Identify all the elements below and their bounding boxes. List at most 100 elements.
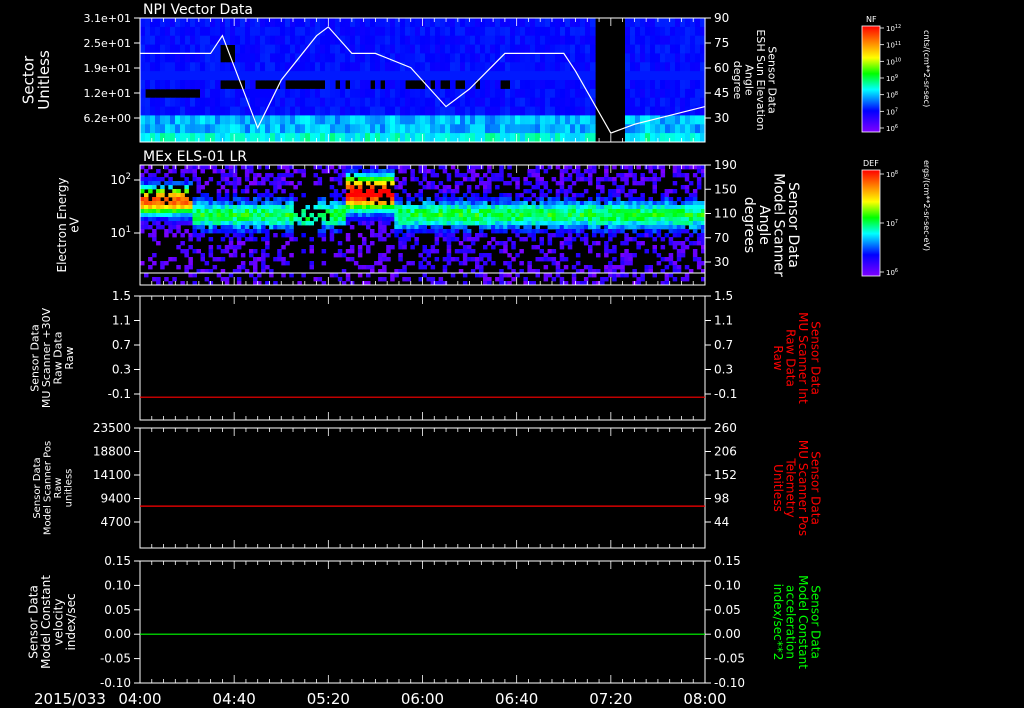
els-heat-cell bbox=[261, 261, 266, 266]
npi-heat-cell bbox=[420, 88, 426, 99]
els-heat-cell bbox=[378, 205, 383, 210]
line-y-tick-label: -0.1 bbox=[108, 387, 131, 401]
els-heat-cell bbox=[406, 221, 411, 226]
els-heat-cell bbox=[208, 217, 214, 222]
npi-heat-cell bbox=[260, 62, 266, 72]
npi-heat-cell bbox=[490, 35, 496, 45]
els-heatmap bbox=[140, 165, 706, 286]
npi-heat-cell bbox=[365, 106, 371, 116]
els-heat-cell bbox=[652, 237, 657, 242]
npi-heat-cell bbox=[690, 44, 696, 54]
els-heat-cell bbox=[152, 173, 157, 178]
els-heat-cell bbox=[220, 229, 226, 234]
npi-heat-cell bbox=[525, 97, 531, 107]
npi-heat-cell bbox=[520, 106, 526, 116]
els-heat-cell bbox=[378, 257, 383, 262]
els-heat-cell bbox=[612, 189, 617, 194]
els-heat-cell bbox=[341, 217, 347, 222]
els-heat-cell bbox=[668, 221, 674, 226]
time-tick-label: 07:20 bbox=[589, 690, 632, 708]
npi-heat-cell bbox=[325, 124, 331, 134]
els-heat-cell bbox=[483, 253, 488, 258]
els-heat-cell bbox=[228, 217, 234, 222]
els-heat-cell bbox=[422, 273, 427, 278]
npi-heat-cell bbox=[155, 62, 161, 72]
npi-heat-cell bbox=[630, 80, 636, 90]
npi-heat-cell bbox=[185, 71, 191, 81]
npi-heat-cell bbox=[505, 62, 511, 72]
els-heat-cell bbox=[696, 237, 702, 242]
els-heat-cell bbox=[616, 229, 621, 234]
els-heat-cell bbox=[196, 209, 201, 214]
els-heat-cell bbox=[345, 193, 351, 198]
els-heat-cell bbox=[148, 189, 153, 194]
els-heat-cell bbox=[140, 205, 145, 210]
els-heat-cell bbox=[160, 213, 165, 218]
npi-heat-cell bbox=[640, 106, 646, 116]
els-heat-cell bbox=[382, 217, 387, 222]
els-heat-cell bbox=[434, 241, 440, 246]
npi-heat-cell bbox=[200, 133, 206, 143]
els-heat-cell bbox=[499, 273, 504, 278]
npi-heat-cell bbox=[280, 35, 286, 45]
els-heat-cell bbox=[656, 201, 662, 206]
npi-heat-cell bbox=[195, 124, 201, 134]
npi-heat-cell bbox=[635, 44, 641, 54]
npi-heat-cell bbox=[660, 133, 666, 143]
npi-heat-cell bbox=[335, 53, 341, 63]
els-heat-cell bbox=[236, 225, 242, 230]
els-heat-cell bbox=[632, 229, 637, 234]
npi-heat-cell bbox=[645, 44, 651, 54]
npi-heat-cell bbox=[545, 26, 551, 37]
els-heat-cell bbox=[648, 197, 653, 202]
npi-heat-cell bbox=[570, 80, 576, 90]
els-heat-cell bbox=[438, 197, 444, 202]
npi-heat-cell bbox=[530, 71, 536, 81]
els-heat-cell bbox=[228, 273, 234, 278]
npi-heat-cell bbox=[160, 18, 166, 28]
els-heat-cell bbox=[660, 225, 666, 230]
els-heat-cell bbox=[406, 213, 411, 218]
els-heat-cell bbox=[515, 253, 520, 258]
els-heat-cell bbox=[551, 209, 557, 214]
npi-heat-cell bbox=[650, 71, 656, 81]
els-heat-cell bbox=[313, 277, 318, 282]
npi-heat-cell bbox=[450, 133, 456, 143]
els-heat-cell bbox=[660, 257, 666, 262]
npi-heat-cell bbox=[520, 35, 526, 45]
npi-heat-cell bbox=[585, 35, 591, 45]
els-heat-cell bbox=[684, 209, 690, 214]
npi-heat-cell bbox=[400, 88, 406, 99]
npi-heat-cell bbox=[590, 26, 596, 37]
els-heat-cell bbox=[555, 265, 561, 270]
els-heat-cell bbox=[628, 209, 633, 214]
npi-heat-cell bbox=[655, 53, 661, 63]
els-heat-cell bbox=[588, 181, 593, 186]
els-heat-cell bbox=[398, 225, 403, 230]
els-heat-cell bbox=[228, 201, 234, 206]
npi-heat-cell bbox=[355, 133, 361, 143]
els-heat-cell bbox=[487, 257, 492, 262]
colorbar-def-title: DEF bbox=[863, 159, 879, 168]
npi-heat-cell bbox=[470, 62, 476, 72]
npi-heat-cell bbox=[665, 88, 671, 99]
els-heat-cell bbox=[567, 173, 573, 178]
els-heat-cell bbox=[664, 273, 670, 278]
npi-heat-cell bbox=[195, 53, 201, 63]
npi-heat-cell bbox=[370, 97, 376, 107]
npi-heat-cell bbox=[230, 133, 236, 143]
line-y-tick-label: 23500 bbox=[93, 421, 131, 435]
npi-heat-cell bbox=[495, 88, 501, 99]
els-heat-cell bbox=[487, 181, 492, 186]
npi-heat-cell bbox=[355, 18, 361, 28]
els-heat-cell bbox=[515, 185, 520, 190]
els-heat-cell bbox=[491, 237, 496, 242]
npi-heat-cell bbox=[195, 35, 201, 45]
npi-heat-cell bbox=[535, 53, 541, 63]
npi-heat-cell bbox=[670, 80, 676, 90]
els-heat-cell bbox=[660, 217, 666, 222]
els-heat-cell bbox=[144, 273, 149, 278]
npi-heat-cell bbox=[280, 62, 286, 72]
npi-heat-cell bbox=[270, 115, 276, 125]
els-heat-cell bbox=[184, 189, 189, 194]
